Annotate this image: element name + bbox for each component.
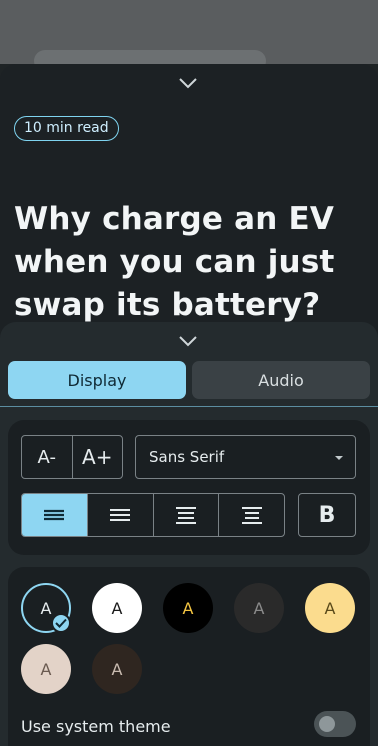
theme-swatch-label: A bbox=[111, 659, 123, 679]
theme-swatch-beige[interactable]: A bbox=[21, 644, 71, 694]
font-family-select[interactable]: Sans Serif bbox=[135, 435, 356, 479]
system-theme-toggle[interactable] bbox=[314, 711, 356, 737]
theme-swatch-label: A bbox=[324, 598, 336, 618]
collapse-settings-chevron-icon[interactable] bbox=[177, 334, 199, 348]
theme-settings-card: A A A A A A A Use system theme bbox=[8, 567, 370, 746]
align-center-button[interactable] bbox=[152, 494, 219, 536]
theme-swatch-label: A bbox=[182, 598, 194, 618]
theme-swatch-gray[interactable]: A bbox=[234, 583, 284, 633]
align-justify-icon bbox=[44, 509, 65, 521]
align-right-button[interactable] bbox=[218, 494, 284, 536]
tab-display[interactable]: Display bbox=[8, 361, 186, 399]
browser-toolbar bbox=[0, 0, 378, 72]
theme-swatch-yellow[interactable]: A bbox=[305, 583, 355, 633]
align-right-icon bbox=[241, 507, 262, 524]
text-settings-card: A- A+ Sans Serif B bbox=[8, 420, 370, 555]
bold-toggle-button[interactable]: B bbox=[298, 493, 356, 537]
system-theme-label: Use system theme bbox=[21, 717, 171, 736]
text-alignment-group bbox=[21, 493, 285, 537]
settings-tabs: Display Audio bbox=[8, 361, 370, 399]
theme-swatch-dark[interactable]: A bbox=[21, 583, 71, 633]
toggle-knob bbox=[319, 716, 335, 732]
decrease-text-size-button[interactable]: A- bbox=[22, 436, 72, 478]
align-justify-button[interactable] bbox=[22, 494, 87, 536]
theme-swatch-black-yellow[interactable]: A bbox=[163, 583, 213, 633]
theme-swatch-label: A bbox=[111, 598, 123, 618]
theme-swatch-label: A bbox=[40, 598, 52, 618]
tabs-divider bbox=[0, 406, 378, 407]
theme-swatch-light[interactable]: A bbox=[92, 583, 142, 633]
article-headline: Why charge an EV when you can just swap … bbox=[14, 201, 335, 323]
text-size-group: A- A+ bbox=[21, 435, 123, 479]
tab-audio[interactable]: Audio bbox=[192, 361, 370, 399]
theme-swatch-label: A bbox=[40, 659, 52, 679]
align-left-icon bbox=[110, 509, 131, 521]
increase-text-size-button[interactable]: A+ bbox=[71, 436, 123, 478]
align-left-button[interactable] bbox=[86, 494, 153, 536]
collapse-reader-chevron-icon[interactable] bbox=[177, 76, 199, 90]
read-time-badge: 10 min read bbox=[14, 116, 119, 141]
align-center-icon bbox=[175, 507, 196, 524]
font-family-value: Sans Serif bbox=[149, 448, 225, 466]
dropdown-caret-icon bbox=[335, 456, 343, 460]
display-settings-panel: Display Audio A- A+ Sans Serif B A A A A… bbox=[0, 322, 378, 746]
check-icon bbox=[51, 613, 71, 633]
theme-swatch-label: A bbox=[253, 598, 265, 618]
theme-swatch-brown[interactable]: A bbox=[92, 644, 142, 694]
